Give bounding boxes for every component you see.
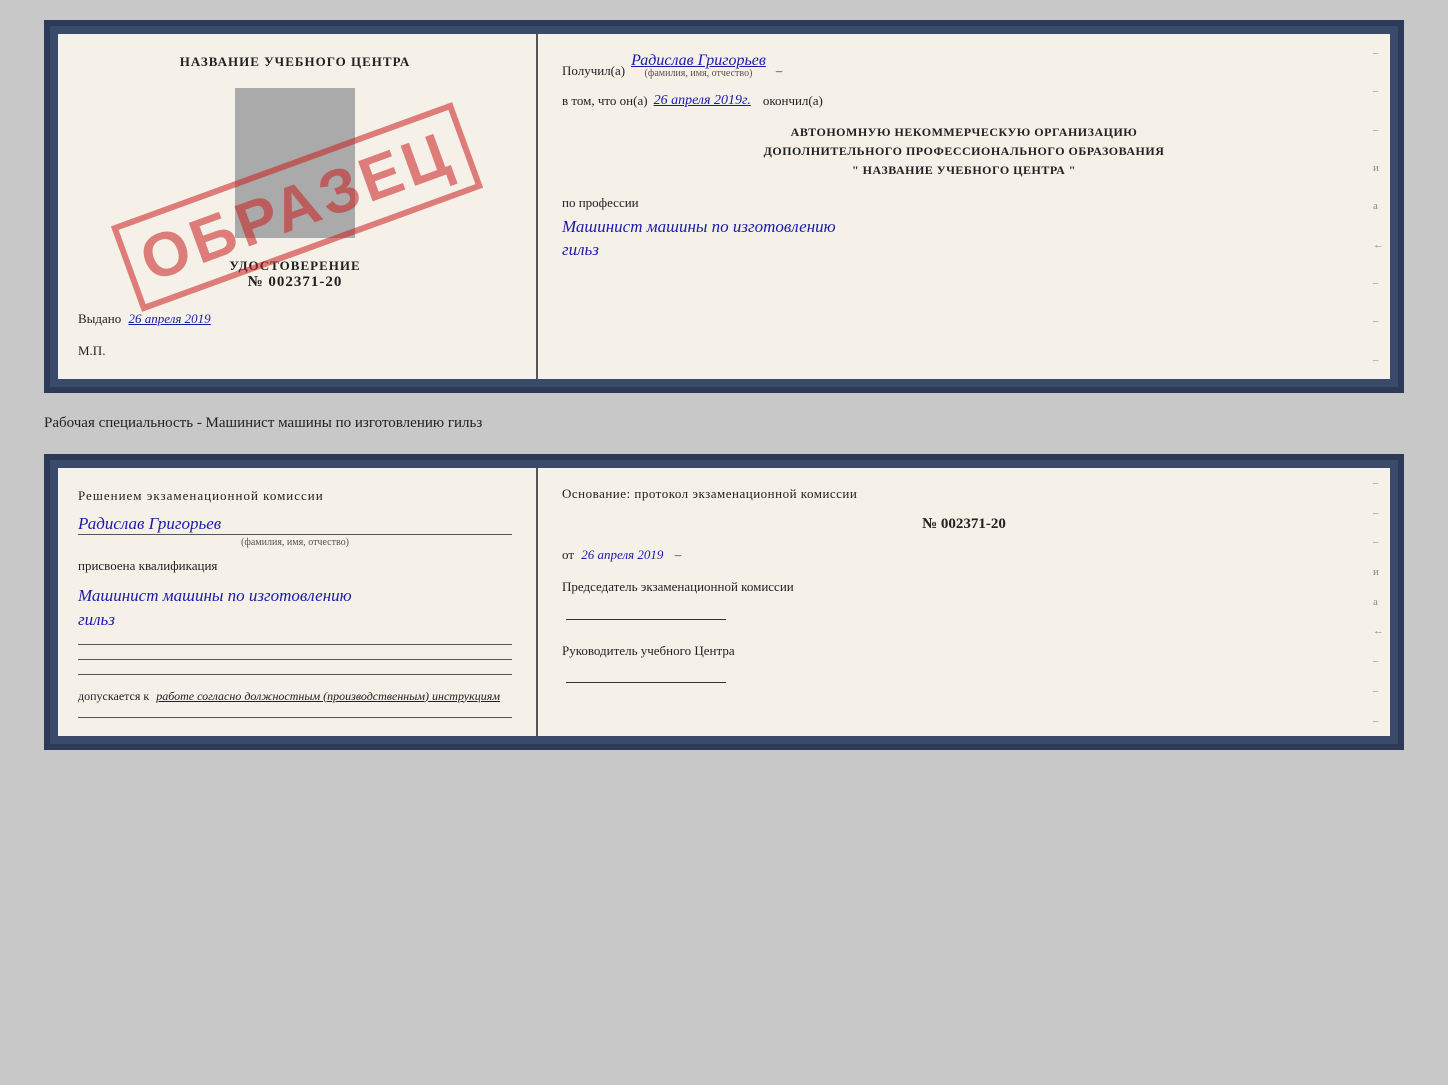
photo-placeholder: [235, 88, 355, 238]
mp-label: М.П.: [78, 343, 512, 359]
ot-prefix: от: [562, 547, 574, 562]
dopusk-text: работе согласно должностным (производств…: [156, 689, 500, 703]
kvali-text: Машинист машины по изготовлению гильз: [78, 584, 512, 632]
top-cert-inner: НАЗВАНИЕ УЧЕБНОГО ЦЕНТРА УДОСТОВЕРЕНИЕ №…: [58, 34, 1390, 379]
bottom-fio-block: Радислав Григорьев (фамилия, имя, отчест…: [78, 514, 512, 548]
top-certificate: НАЗВАНИЕ УЧЕБНОГО ЦЕНТРА УДОСТОВЕРЕНИЕ №…: [44, 20, 1404, 393]
professiya-block: по профессии Машинист машины по изготовл…: [562, 195, 1366, 263]
vtom-okoncil: окончил(а): [763, 93, 823, 109]
prisvoena-text: присвоена квалификация: [78, 558, 512, 574]
sep-line4: [78, 717, 512, 718]
top-cert-right: Получил(а) Радислав Григорьев (фамилия, …: [538, 34, 1390, 379]
udost-block: УДОСТОВЕРЕНИЕ № 002371-20: [78, 258, 512, 291]
vydano-line: Выдано 26 апреля 2019: [78, 299, 512, 327]
org-line1: АВТОНОМНУЮ НЕКОММЕРЧЕСКУЮ ОРГАНИЗАЦИЮ: [562, 123, 1366, 142]
udost-num: № 002371-20: [78, 274, 512, 291]
dopusk-block: допускается к работе согласно должностны…: [78, 687, 512, 705]
udost-label: УДОСТОВЕРЕНИЕ: [78, 258, 512, 274]
org-line2: ДОПОЛНИТЕЛЬНОГО ПРОФЕССИОНАЛЬНОГО ОБРАЗО…: [562, 142, 1366, 161]
right-margin-marks: – – – и а ← – – –: [1373, 34, 1384, 379]
bottom-cert-inner: Решением экзаменационной комиссии Радисл…: [58, 468, 1390, 736]
bottom-cert-left: Решением экзаменационной комиссии Радисл…: [58, 468, 538, 736]
vydano-prefix: Выдано: [78, 311, 121, 326]
org-block: АВТОНОМНУЮ НЕКОММЕРЧЕСКУЮ ОРГАНИЗАЦИЮ ДО…: [562, 123, 1366, 181]
rukovoditel-signature-line: [566, 682, 726, 683]
poluchil-line: Получил(а) Радислав Григорьев (фамилия, …: [562, 52, 1366, 79]
rukovoditel-block: Руководитель учебного Центра: [562, 641, 1366, 691]
vtom-line: в том, что он(а) 26 апреля 2019г. окончи…: [562, 93, 1366, 109]
bottom-right-margin-marks: – – – и а ← – – –: [1373, 468, 1384, 736]
bottom-certificate: Решением экзаменационной комиссии Радисл…: [44, 454, 1404, 750]
dash-right: –: [675, 547, 682, 562]
professiya-text: Машинист машины по изготовлению гильз: [562, 215, 1366, 263]
rukovoditel-title: Руководитель учебного Центра: [562, 641, 1366, 662]
vydano-date: 26 апреля 2019: [129, 311, 211, 326]
number-block: № 002371-20: [562, 516, 1366, 533]
ot-date: 26 апреля 2019: [581, 547, 663, 562]
predsedatel-signature-line: [566, 619, 726, 620]
komissia-fio-label: (фамилия, имя, отчество): [78, 534, 512, 548]
sep-line2: [78, 659, 512, 660]
bottom-cert-right: Основание: протокол экзаменационной коми…: [538, 468, 1390, 736]
predsedatel-block: Председатель экзаменационной комиссии: [562, 577, 1366, 627]
dash-sep: –: [776, 63, 783, 79]
poluchil-prefix: Получил(а): [562, 63, 625, 79]
top-cert-title: НАЗВАНИЕ УЧЕБНОГО ЦЕНТРА: [78, 54, 512, 70]
osnov-line: Основание: протокол экзаменационной коми…: [562, 486, 1366, 502]
top-cert-left: НАЗВАНИЕ УЧЕБНОГО ЦЕНТРА УДОСТОВЕРЕНИЕ №…: [58, 34, 538, 379]
komissia-fio: Радислав Григорьев: [78, 514, 221, 534]
resheniem-text: Решением экзаменационной комиссии: [78, 488, 512, 504]
po-professii-label: по профессии: [562, 195, 1366, 211]
dopusk-prefix: допускается к: [78, 689, 149, 703]
specialty-label: Рабочая специальность - Машинист машины …: [44, 411, 1404, 436]
ot-line: от 26 апреля 2019 –: [562, 547, 1366, 563]
fio-label-top: (фамилия, имя, отчество): [645, 68, 753, 79]
predsedatel-title: Председатель экзаменационной комиссии: [562, 577, 1366, 598]
sep-line3: [78, 674, 512, 675]
vtom-prefix: в том, что он(а): [562, 93, 648, 109]
org-name: " НАЗВАНИЕ УЧЕБНОГО ЦЕНТРА ": [562, 161, 1366, 180]
vtom-date: 26 апреля 2019г.: [654, 93, 751, 109]
sep-line1: [78, 644, 512, 645]
